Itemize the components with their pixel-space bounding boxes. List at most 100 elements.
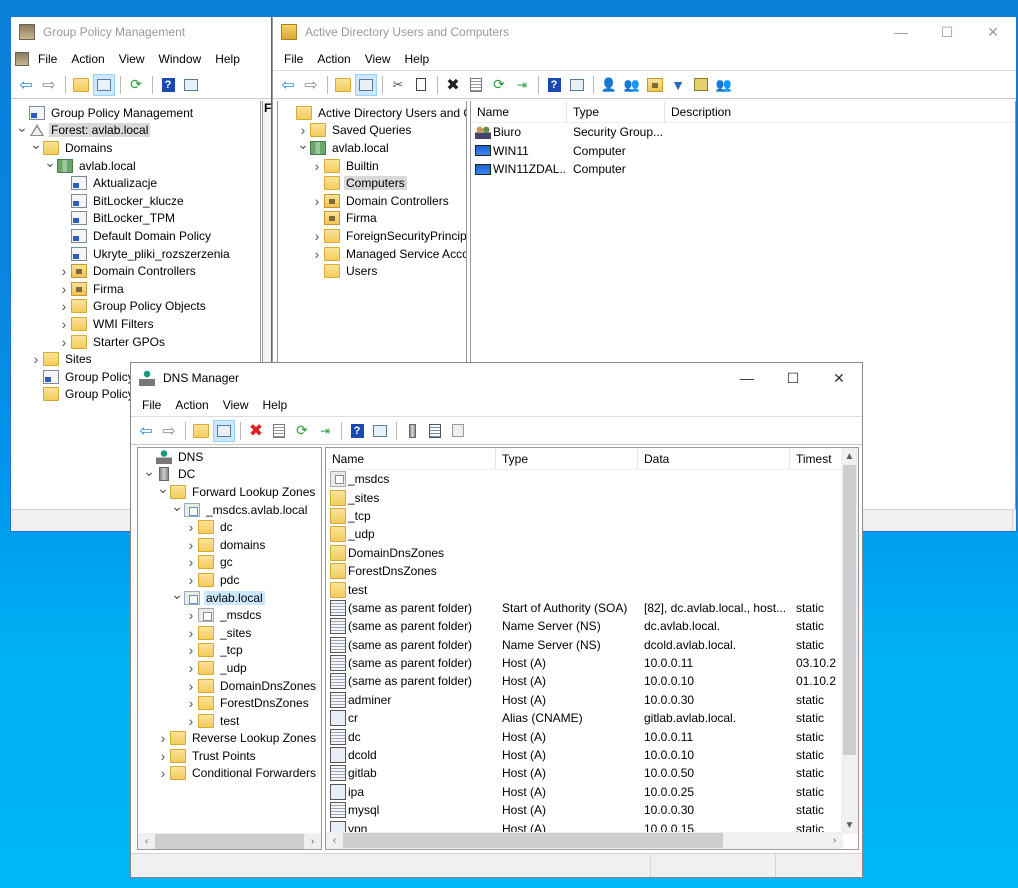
record-list-icon[interactable] [424, 420, 446, 442]
chevron-down-icon[interactable]: ⌄ [296, 136, 310, 153]
tree-node[interactable]: › ForestDnsZones [138, 694, 321, 712]
tree-node[interactable]: ⌄ Domains [11, 136, 260, 157]
tree-node[interactable]: Aktualizacje [11, 174, 260, 192]
tree-node[interactable]: › Reverse Lookup Zones [138, 730, 321, 748]
dns-list-hscroll[interactable]: ‹ › [326, 832, 843, 849]
scroll-thumb[interactable] [843, 465, 856, 755]
action-pane-icon[interactable] [369, 420, 391, 442]
scroll-down-arrow[interactable]: ▼ [841, 817, 858, 834]
dns-minimize-button[interactable]: — [724, 363, 770, 393]
forward-arrow-icon[interactable]: ⇨ [300, 74, 322, 96]
tree-node[interactable]: ⌄ Forest: avlab.local [11, 119, 260, 140]
aduc-col-name[interactable]: Name [471, 101, 567, 122]
tree-node[interactable]: ⌄ _msdcs.avlab.local [138, 498, 321, 519]
scroll-up-arrow[interactable]: ▲ [841, 448, 858, 465]
chevron-right-icon[interactable]: › [310, 228, 324, 244]
chevron-right-icon[interactable]: › [29, 351, 43, 367]
new-ou-icon[interactable] [644, 74, 666, 96]
dns-record-row[interactable]: dcold Host (A) 10.0.0.10 static [326, 746, 843, 764]
chevron-down-icon[interactable]: ⌄ [29, 136, 43, 153]
chevron-right-icon[interactable]: › [184, 537, 198, 553]
gpm-menu-icon[interactable] [15, 52, 29, 66]
tree-node[interactable]: Group Policy Management [11, 104, 260, 122]
gpm-menu-window[interactable]: Window [152, 50, 209, 68]
dns-menu-view[interactable]: View [216, 396, 256, 414]
dns-menu-file[interactable]: File [135, 396, 168, 414]
aduc-list-row[interactable]: Biuro Security Group... [471, 123, 1015, 142]
tree-node[interactable]: › _msdcs [138, 606, 321, 624]
properties-icon[interactable] [465, 74, 487, 96]
chevron-right-icon[interactable]: › [57, 298, 71, 314]
dns-col-data[interactable]: Data [638, 448, 790, 469]
chevron-right-icon[interactable]: › [184, 713, 198, 729]
scroll-right-arrow[interactable]: › [304, 833, 321, 850]
tree-node[interactable]: › Trust Points [138, 747, 321, 765]
tree-node[interactable]: › Managed Service Accour [278, 245, 466, 263]
tree-node[interactable]: › gc [138, 554, 321, 572]
chevron-right-icon[interactable]: › [310, 193, 324, 209]
aduc-menu-action[interactable]: Action [310, 50, 357, 68]
tree-node[interactable]: Default Domain Policy [11, 227, 260, 245]
tree-node[interactable]: Users [278, 262, 466, 280]
chevron-right-icon[interactable]: › [184, 678, 198, 694]
scroll-thumb[interactable] [155, 833, 304, 849]
tree-node[interactable]: › _sites [138, 624, 321, 642]
tree-node[interactable]: Ukryte_pliki_rozszerzenia [11, 245, 260, 263]
paste-icon[interactable] [410, 74, 432, 96]
gpm-menu-view[interactable]: View [112, 50, 152, 68]
tree-node[interactable]: › DomainDnsZones [138, 677, 321, 695]
up-folder-icon[interactable] [332, 74, 354, 96]
dns-record-row[interactable]: _tcp [326, 507, 843, 525]
dns-record-row[interactable]: (same as parent folder) Start of Authorit… [326, 599, 843, 617]
dns-record-row[interactable]: _msdcs [326, 470, 843, 488]
up-folder-icon[interactable] [190, 420, 212, 442]
tree-node[interactable]: › Conditional Forwarders [138, 765, 321, 783]
chevron-right-icon[interactable]: › [310, 246, 324, 262]
delete-icon[interactable]: ✖ [245, 420, 267, 442]
chevron-right-icon[interactable]: › [57, 263, 71, 279]
cut-icon[interactable]: ✂ [387, 74, 409, 96]
dns-titlebar[interactable]: DNS Manager — ☐ ✕ [131, 363, 862, 393]
show-hide-tree-icon[interactable] [93, 73, 115, 96]
chevron-down-icon[interactable]: ⌄ [170, 586, 184, 603]
chevron-right-icon[interactable]: › [184, 554, 198, 570]
chevron-right-icon[interactable]: › [57, 334, 71, 350]
gpm-menu-action[interactable]: Action [64, 50, 111, 68]
scroll-left-arrow[interactable]: ‹ [326, 832, 343, 849]
scroll-thumb[interactable] [343, 833, 723, 848]
chevron-down-icon[interactable]: ⌄ [15, 119, 29, 136]
aduc-col-type[interactable]: Type [567, 101, 665, 122]
dns-record-row[interactable]: dc Host (A) 10.0.0.11 static [326, 727, 843, 745]
chevron-right-icon[interactable]: › [184, 642, 198, 658]
dns-col-name[interactable]: Name [326, 448, 496, 469]
chevron-down-icon[interactable]: ⌄ [156, 480, 170, 497]
dns-record-row[interactable]: DomainDnsZones [326, 544, 843, 562]
tree-node[interactable]: BitLocker_TPM [11, 210, 260, 228]
dns-col-timestamp[interactable]: Timest [790, 448, 843, 469]
gpm-menu-help[interactable]: Help [208, 50, 247, 68]
refresh-icon[interactable]: ⟳ [488, 74, 510, 96]
tree-node[interactable]: Firma [278, 210, 466, 228]
refresh-icon[interactable]: ⟳ [291, 420, 313, 442]
gpm-menu-file[interactable]: File [31, 50, 64, 68]
help-icon[interactable]: ? [157, 74, 179, 96]
tree-node[interactable]: › domains [138, 536, 321, 554]
dns-record-row[interactable]: mysql Host (A) 10.0.0.30 static [326, 801, 843, 819]
tree-node[interactable]: › WMI Filters [11, 315, 260, 333]
chevron-right-icon[interactable]: › [310, 158, 324, 174]
tree-node[interactable]: BitLocker_klucze [11, 192, 260, 210]
dns-menu-help[interactable]: Help [256, 396, 295, 414]
tree-node[interactable]: › dc [138, 518, 321, 536]
aduc-close-button[interactable]: ✕ [970, 17, 1016, 47]
tree-node[interactable]: › Builtin [278, 157, 466, 175]
dns-record-row[interactable]: gitlab Host (A) 10.0.0.50 static [326, 764, 843, 782]
aduc-minimize-button[interactable]: — [878, 17, 924, 47]
gpm-titlebar[interactable]: Group Policy Management [11, 17, 271, 47]
show-hide-tree-icon[interactable] [213, 419, 235, 442]
dns-record-row[interactable]: _udp [326, 525, 843, 543]
dns-list-vscroll[interactable]: ▲ ▼ [841, 448, 858, 834]
filter-icon[interactable]: ▼ [667, 74, 689, 96]
tree-node[interactable]: › Firma [11, 280, 260, 298]
tree-node[interactable]: › test [138, 712, 321, 730]
chevron-right-icon[interactable]: › [57, 281, 71, 297]
